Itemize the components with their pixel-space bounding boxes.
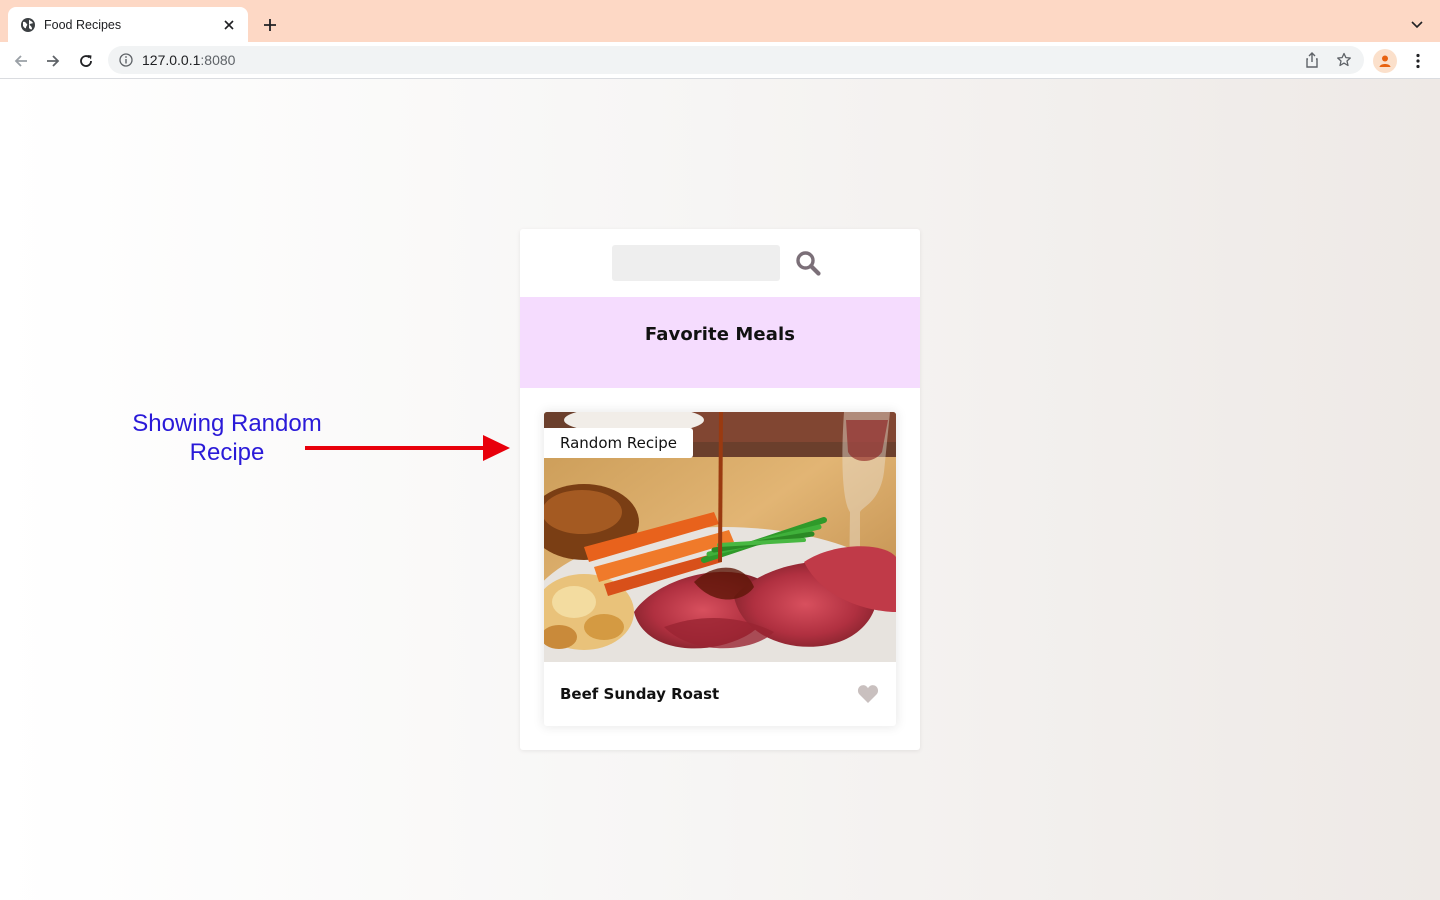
share-icon[interactable] — [1300, 48, 1324, 72]
chevron-down-icon — [1411, 21, 1423, 29]
tab-search-button[interactable] — [1406, 14, 1428, 36]
page-viewport: Showing Random Recipe Favorite Meals Ran… — [0, 79, 1440, 900]
annotation-arrow-icon — [305, 435, 510, 461]
arrow-left-icon — [14, 55, 27, 67]
search-input[interactable] — [612, 245, 780, 281]
search-bar — [520, 229, 920, 297]
heart-icon — [857, 685, 879, 703]
search-button[interactable] — [788, 245, 828, 281]
meal-name: Beef Sunday Roast — [560, 685, 720, 703]
reload-icon — [80, 55, 92, 67]
url-text: 127.0.0.1:8080 — [142, 52, 236, 68]
arrow-right-icon — [47, 55, 60, 67]
profile-avatar[interactable] — [1373, 49, 1397, 73]
bookmark-star-icon[interactable] — [1332, 48, 1356, 72]
favorite-meals-title: Favorite Meals — [644, 324, 796, 345]
new-tab-button[interactable] — [259, 14, 281, 36]
plus-icon — [264, 19, 276, 31]
reload-button[interactable] — [73, 48, 99, 74]
browser-toolbar: 127.0.0.1:8080 — [0, 42, 1440, 79]
browser-tab-strip: Food Recipes — [0, 0, 1440, 42]
recipe-app-container: Favorite Meals Random Recipe Beef Sunday… — [520, 229, 920, 750]
meal-footer: Beef Sunday Roast — [544, 662, 896, 726]
person-icon — [1379, 55, 1391, 67]
browser-menu-button[interactable] — [1408, 49, 1428, 73]
kebab-menu-icon — [1416, 53, 1420, 69]
favorite-button[interactable] — [856, 682, 880, 706]
meal-card[interactable]: Random Recipe Beef Sunday Roast — [544, 412, 896, 726]
favorite-meals-section: Favorite Meals — [520, 297, 920, 388]
meals-container: Random Recipe Beef Sunday Roast — [520, 388, 920, 750]
meal-image[interactable]: Random Recipe — [544, 412, 896, 662]
forward-button[interactable] — [40, 48, 66, 74]
tab-title: Food Recipes — [44, 17, 122, 32]
close-icon[interactable] — [220, 16, 238, 34]
info-icon[interactable] — [118, 52, 134, 68]
random-recipe-badge: Random Recipe — [544, 428, 694, 458]
back-button[interactable] — [8, 48, 34, 74]
browser-tab[interactable]: Food Recipes — [8, 7, 248, 42]
search-icon — [796, 251, 821, 276]
address-bar[interactable]: 127.0.0.1:8080 — [108, 46, 1364, 74]
globe-icon — [20, 17, 36, 33]
